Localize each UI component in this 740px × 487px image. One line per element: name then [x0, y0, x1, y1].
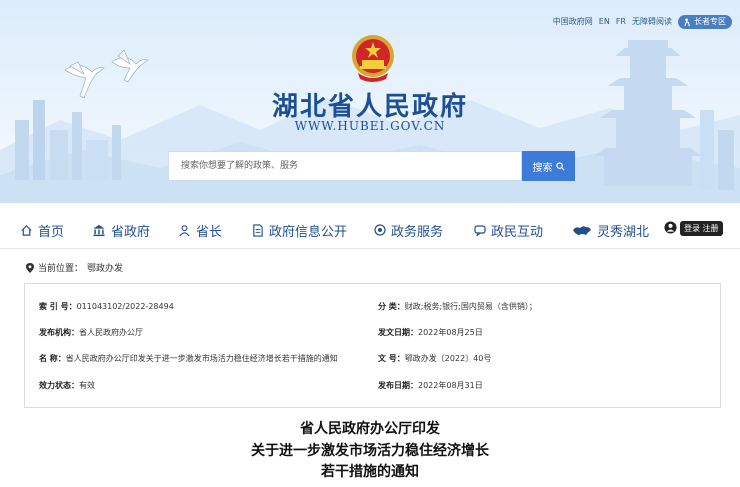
document-name-label: 名 称： — [39, 354, 66, 363]
national-emblem-icon — [352, 35, 394, 82]
nav-interaction-label: 政民互动 — [491, 224, 544, 240]
nav-gov-service[interactable]: 政务服务 — [374, 221, 444, 240]
search-icon — [555, 161, 565, 171]
accessible-reading-link[interactable]: 无障碍阅读 — [632, 15, 672, 29]
nav-lingxiu-hubei-label: 灵秀湖北 — [597, 224, 650, 240]
index-number-value: 011043102/2022-28494 — [76, 302, 174, 311]
nav-gov-info-label: 政府信息公开 — [269, 224, 348, 240]
nav-gov-service-label: 政务服务 — [391, 224, 444, 240]
issue-date-value: 2022年08月25日 — [418, 328, 483, 337]
gov-portal-link[interactable]: 中国政府网 — [553, 15, 593, 29]
user-avatar-icon[interactable] — [664, 221, 677, 234]
publish-date-label: 发布日期： — [378, 381, 418, 390]
publish-date-row: 发布日期：2022年08月31日 — [378, 380, 483, 391]
location-pin-icon — [26, 262, 34, 273]
top-links: 中国政府网 EN FR 无障碍阅读 长者专区 — [553, 15, 732, 29]
elder-zone-label: 长者专区 — [694, 17, 726, 26]
document-icon — [253, 223, 263, 237]
document-title-line-2: 关于进一步激发市场活力稳住经济增长 — [251, 443, 489, 459]
publisher-value: 省人民政府办公厅 — [79, 328, 143, 337]
site-title: 湖北省人民政府 — [271, 92, 468, 122]
issue-date-row: 发文日期：2022年08月25日 — [378, 327, 483, 338]
nav-interaction[interactable]: 政民互动 — [474, 221, 544, 240]
publisher-row: 发布机构：省人民政府办公厅 — [39, 327, 143, 338]
validity-status-value: 有效 — [79, 381, 95, 390]
index-number-row: 索 引 号：011043102/2022-28494 — [39, 301, 174, 312]
publish-date-value: 2022年08月31日 — [418, 381, 483, 390]
document-number-row: 文 号：鄂政办发〔2022〕40号 — [378, 353, 491, 364]
breadcrumb-current[interactable]: 鄂政办发 — [87, 261, 123, 274]
nav-lingxiu-hubei[interactable]: 灵秀湖北 — [572, 221, 650, 240]
elder-icon — [684, 17, 690, 26]
chat-icon — [474, 225, 486, 236]
document-metadata-box: 索 引 号：011043102/2022-28494 分 类：财政;税务;银行;… — [24, 283, 721, 408]
elder-zone-button[interactable]: 长者专区 — [678, 15, 732, 29]
document-title-line-3: 若干措施的通知 — [321, 464, 419, 480]
category-label: 分 类： — [378, 302, 405, 311]
validity-status-row: 效力状态：有效 — [39, 380, 95, 391]
person-icon — [179, 224, 190, 236]
index-number-label: 索 引 号： — [39, 302, 77, 311]
breadcrumb-label: 当前位置： — [38, 264, 84, 274]
government-building-icon — [93, 224, 105, 236]
issue-date-label: 发文日期： — [378, 328, 418, 337]
document-number-label: 文 号： — [378, 354, 405, 363]
search-button-label: 搜索 — [532, 162, 553, 174]
main-nav: 首页 省政府 省长 政府信息公开 政务服务 政民互动 灵秀湖北 — [0, 213, 740, 247]
nav-provincial-gov-label: 省政府 — [111, 224, 151, 240]
search-button[interactable]: 搜索 — [522, 151, 575, 181]
french-link[interactable]: FR — [616, 15, 626, 29]
category-value: 财政;税务;银行;国内贸易（含供销）； — [404, 302, 537, 311]
hubei-map-icon — [573, 225, 591, 235]
nav-divider — [0, 248, 740, 249]
validity-status-label: 效力状态： — [39, 381, 79, 390]
breadcrumb: 当前位置： 鄂政办发 — [26, 261, 123, 274]
document-number-value: 鄂政办发〔2022〕40号 — [404, 354, 492, 363]
document-title-line-1: 省人民政府办公厅印发 — [300, 421, 440, 437]
search-input[interactable]: 搜索你想要了解的政策、服务 — [168, 151, 522, 181]
document-name-row: 名 称：省人民政府办公厅印发关于进一步激发市场活力稳住经济增长若干措施的通知 — [39, 353, 338, 364]
nav-provincial-gov[interactable]: 省政府 — [92, 221, 151, 240]
publisher-label: 发布机构： — [39, 328, 79, 337]
home-icon — [21, 224, 32, 236]
document-name-value: 省人民政府办公厅印发关于进一步激发市场活力稳住经济增长若干措施的通知 — [65, 354, 338, 363]
nav-home-label: 首页 — [38, 224, 65, 240]
service-icon — [374, 224, 386, 236]
nav-governor-label: 省长 — [196, 224, 223, 240]
nav-governor[interactable]: 省长 — [178, 221, 223, 240]
nav-gov-info[interactable]: 政府信息公开 — [252, 221, 348, 240]
header-banner: 中国政府网 EN FR 无障碍阅读 长者专区 湖北省人民政府 WWW.HUBEI… — [0, 0, 740, 203]
login-register-button[interactable]: 登录 注册 — [680, 221, 723, 236]
english-link[interactable]: EN — [599, 15, 610, 29]
category-row: 分 类：财政;税务;银行;国内贸易（含供销）； — [378, 301, 537, 312]
site-url: WWW.HUBEI.GOV.CN — [294, 119, 446, 133]
nav-home[interactable]: 首页 — [20, 221, 65, 240]
